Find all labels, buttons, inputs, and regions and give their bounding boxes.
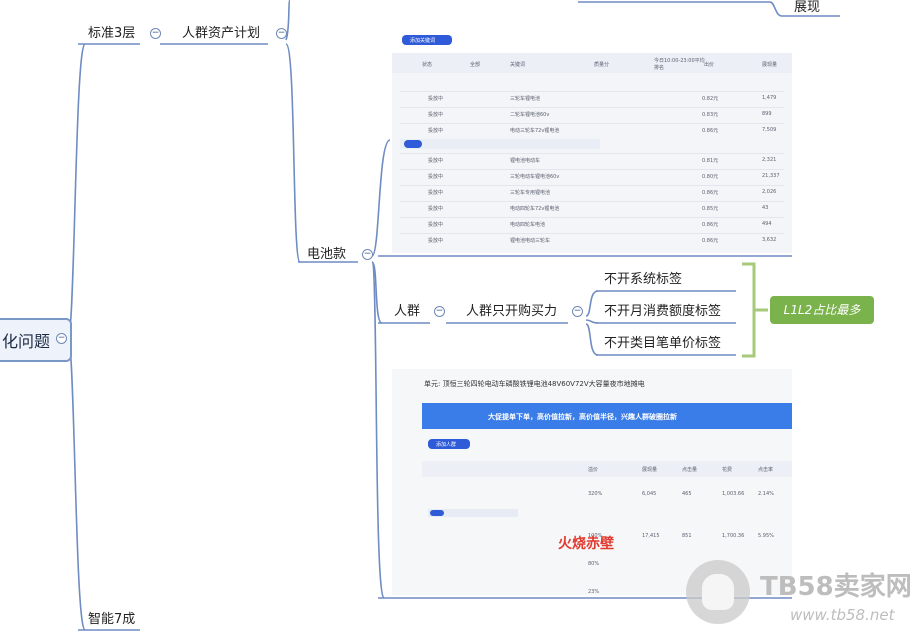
table-row: 320% (588, 491, 603, 497)
crowd-collapse-icon[interactable]: − (434, 306, 445, 317)
table-row: 0.81元 (702, 158, 719, 164)
table-row: 投放中 (428, 238, 444, 244)
table-row: 投放中 (428, 112, 444, 118)
table-row: 三轮车专用锂电池 (510, 190, 551, 196)
table-row: 0.86元 (702, 238, 719, 244)
header-impressions: 展现量 (642, 467, 658, 473)
table-row: 0.82元 (702, 96, 719, 102)
table-row: 2.14% (758, 491, 774, 497)
header-keyword: 关键词 (510, 62, 526, 68)
table-row: 494 (762, 221, 772, 227)
header-clicks: 点击量 (682, 467, 698, 473)
header-all: 全部 (470, 62, 481, 68)
add-crowd-label: 添加人群 (436, 442, 457, 448)
node-label-monthly[interactable]: 不开月消费额度标签 (604, 304, 721, 320)
table-row: 投放中 (428, 96, 444, 102)
table-row: 投放中 (428, 128, 444, 134)
connector-battery-shot1 (371, 139, 391, 257)
branch-standard[interactable]: 标准3层 (88, 26, 135, 42)
plan-collapse-icon[interactable]: − (276, 28, 287, 39)
table-row: 21,337 (762, 173, 780, 179)
header-quality: 质量分 (594, 62, 610, 68)
table-row: 电动四轮车72v锂电池 (510, 206, 560, 212)
connector-buy-label1 (585, 290, 599, 317)
summary-tag[interactable]: L1L2占比最多 (770, 296, 874, 324)
table-row: 1,700.36 (722, 533, 745, 539)
table-row: 0.86元 (702, 128, 719, 134)
table-row: 80% (588, 561, 600, 567)
connector-buy-label3 (585, 323, 599, 356)
table-row: 43 (762, 205, 769, 211)
table-row: 投放中 (428, 174, 444, 180)
table-row: 电动四轮车电池 (510, 222, 546, 228)
table-row: 0.86元 (702, 222, 719, 228)
header-rank: 今日10:00-23:00平均排名 (654, 58, 705, 71)
table-row: 锂电池电动三轮车 (510, 238, 551, 244)
table-row: 三轮车锂电池 (510, 96, 541, 102)
table-row: 851 (682, 533, 692, 539)
crowd-screenshot: 单元: 顶恒三轮四轮电动车磷酸铁锂电池48V60V72V大容量夜市地摊电 大促提… (392, 369, 792, 595)
table-row: 899 (762, 111, 772, 117)
table-row: 2,321 (762, 157, 777, 163)
table-row: 17,415 (642, 533, 660, 539)
table-row: 2,026 (762, 189, 777, 195)
watermark-hand-icon (702, 574, 734, 610)
header-premium: 溢价 (588, 467, 599, 473)
node-label-system[interactable]: 不开系统标签 (604, 272, 682, 288)
keyword-screenshot: 添加关键词 状态 全部 关键词 质量分 今日10:00-23:00平均排名 出价… (392, 27, 792, 253)
table-row: 1,003.66 (722, 491, 745, 497)
unit-title: 单元: 顶恒三轮四轮电动车磷酸铁锂电池48V60V72V大容量夜市地摊电 (424, 380, 645, 388)
connector-root-standard (67, 43, 86, 339)
fire-annotation: 火烧赤壁 (558, 536, 614, 552)
crowd-buy-collapse-icon[interactable]: − (572, 306, 583, 317)
table-row: 锂电池电动车 (510, 158, 541, 164)
promo-banner: 大促提单下单，高价值拉新，高价值半径，兴趣人群破圈拉新 (488, 413, 677, 421)
node-crowd-buy[interactable]: 人群只开购买力 (466, 304, 557, 320)
table-row: 7,509 (762, 127, 777, 133)
connector-plan-battery (285, 43, 301, 263)
table-row: 23% (588, 589, 600, 595)
table-row: 5.95% (758, 533, 774, 539)
table-row: 0.83元 (702, 112, 719, 118)
table-row: 二轮车锂电池60v (510, 112, 550, 118)
table-row: 465 (682, 491, 692, 497)
table-row: 电动三轮车72v锂电池 (510, 128, 560, 134)
table-row: 投放中 (428, 206, 444, 212)
node-battery[interactable]: 电池款 (307, 247, 346, 263)
table-row: 三轮电动车锂电池60v (510, 174, 560, 180)
node-label-price[interactable]: 不开类目笔单价标签 (604, 336, 721, 352)
node-crowd[interactable]: 人群 (394, 304, 420, 320)
table-row: 投放中 (428, 222, 444, 228)
header-cost: 花费 (722, 467, 733, 473)
table-row: 投放中 (428, 158, 444, 164)
table-row: 3,632 (762, 237, 777, 243)
table-row: 1,479 (762, 95, 777, 101)
root-collapse-icon[interactable]: − (56, 333, 67, 344)
node-display[interactable]: 展现 (794, 0, 820, 16)
table-row: 0.80元 (702, 174, 719, 180)
table-row: 投放中 (428, 190, 444, 196)
root-label: 化问题 (2, 332, 51, 351)
node-plan[interactable]: 人群资产计划 (182, 26, 260, 42)
header-bid: 出价 (704, 62, 715, 68)
summary-bracket (742, 262, 768, 358)
connector-root-smart (67, 337, 86, 631)
branch-smart[interactable]: 智能7成 (88, 612, 135, 628)
add-keyword-label: 添加关键词 (410, 38, 436, 44)
table-row: 6,045 (642, 491, 657, 497)
watermark-name: TB58卖家网 (760, 572, 912, 602)
battery-collapse-icon[interactable]: − (362, 249, 373, 260)
header-impressions: 展现量 (762, 62, 778, 68)
header-ctr: 点击率 (758, 467, 774, 473)
header-status: 状态 (422, 62, 433, 68)
standard-collapse-icon[interactable]: − (150, 28, 161, 39)
table-row: 0.85元 (702, 206, 719, 212)
watermark-url: www.tb58.net (790, 606, 895, 624)
table-row: 0.86元 (702, 190, 719, 196)
